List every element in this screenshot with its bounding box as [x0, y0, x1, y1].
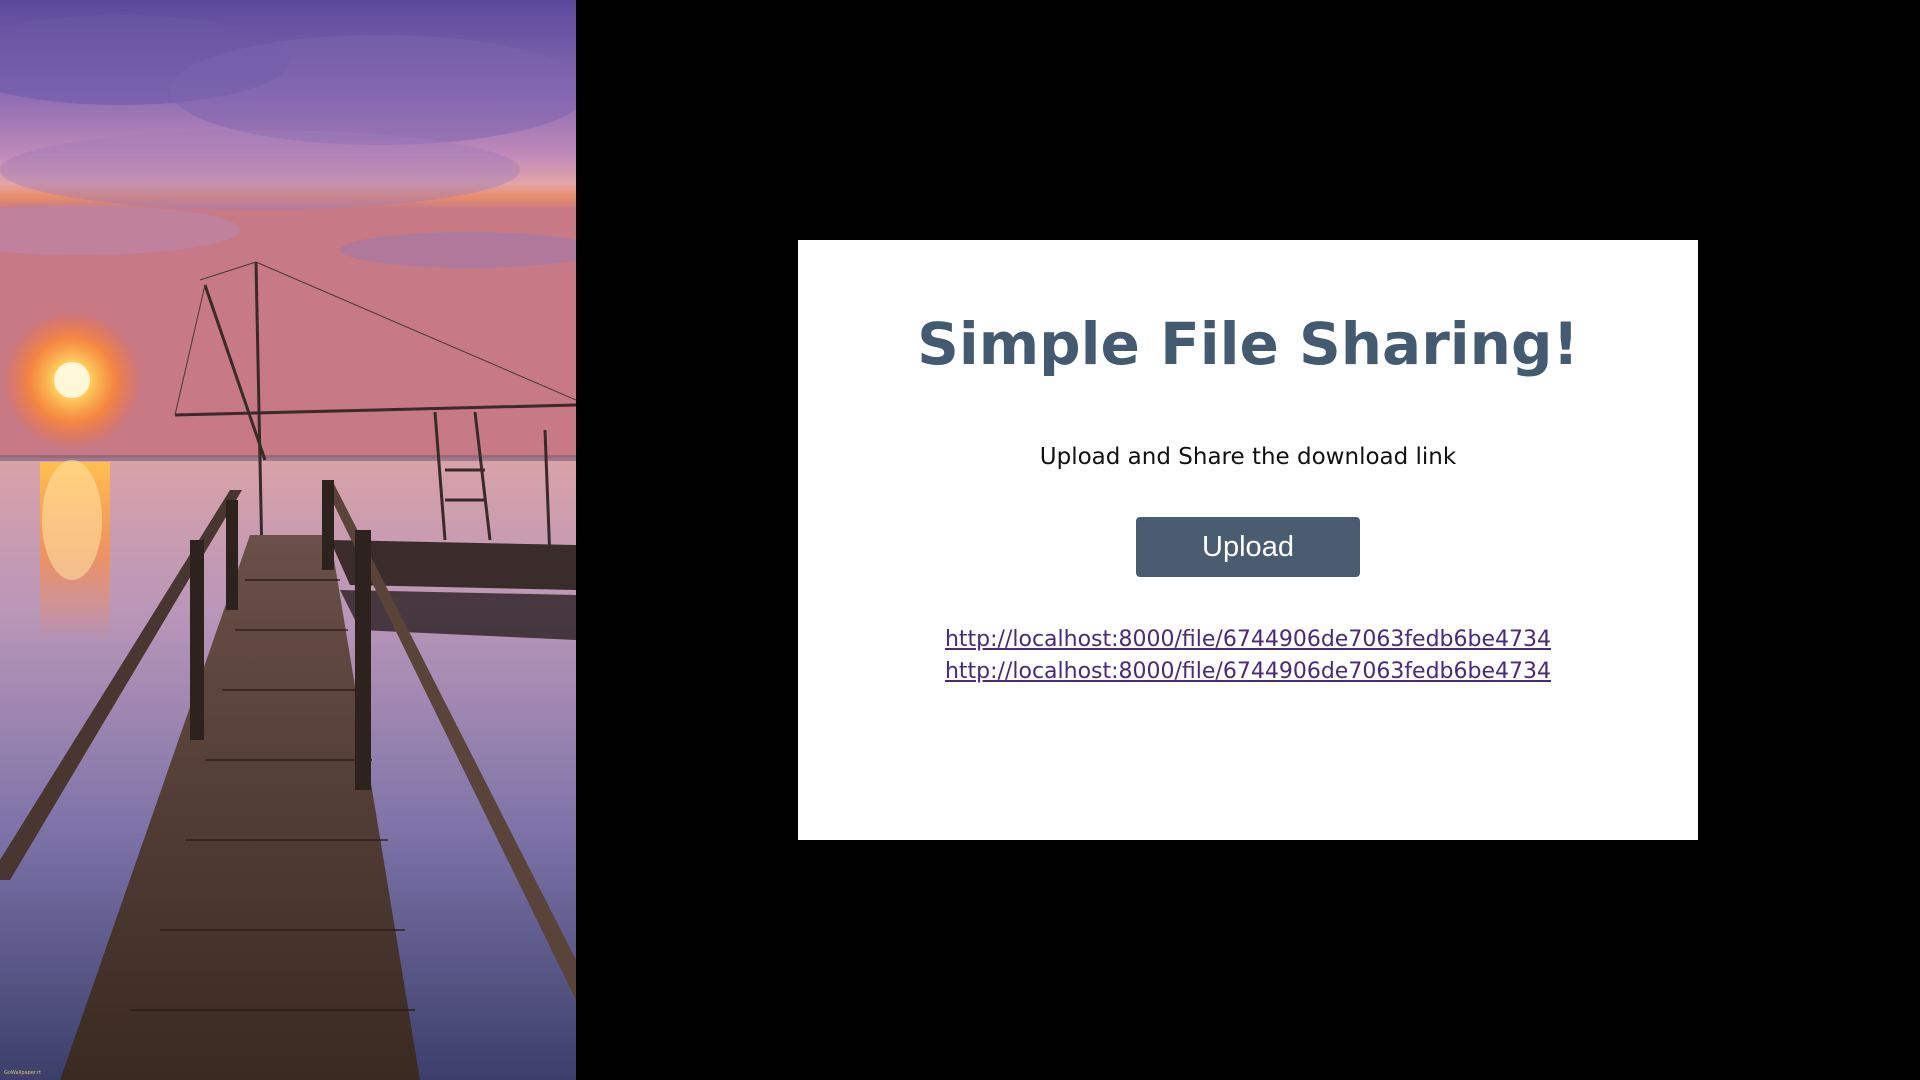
- upload-card: Simple File Sharing! Upload and Share th…: [798, 240, 1698, 840]
- download-link[interactable]: http://localhost:8000/file/6744906de7063…: [798, 624, 1698, 656]
- page: GoWallpaper.rt Simple File Sharing! Uplo…: [0, 0, 1920, 1080]
- page-title: Simple File Sharing!: [917, 310, 1579, 378]
- download-link[interactable]: http://localhost:8000/file/6744906de7063…: [798, 656, 1698, 688]
- hero-image: GoWallpaper.rt: [0, 0, 576, 1080]
- download-links-list: http://localhost:8000/file/6744906de7063…: [798, 624, 1698, 688]
- hero-credit-text: GoWallpaper.rt: [4, 1070, 42, 1076]
- subtitle: Upload and Share the download link: [1039, 444, 1457, 470]
- upload-button[interactable]: Upload: [1136, 517, 1360, 577]
